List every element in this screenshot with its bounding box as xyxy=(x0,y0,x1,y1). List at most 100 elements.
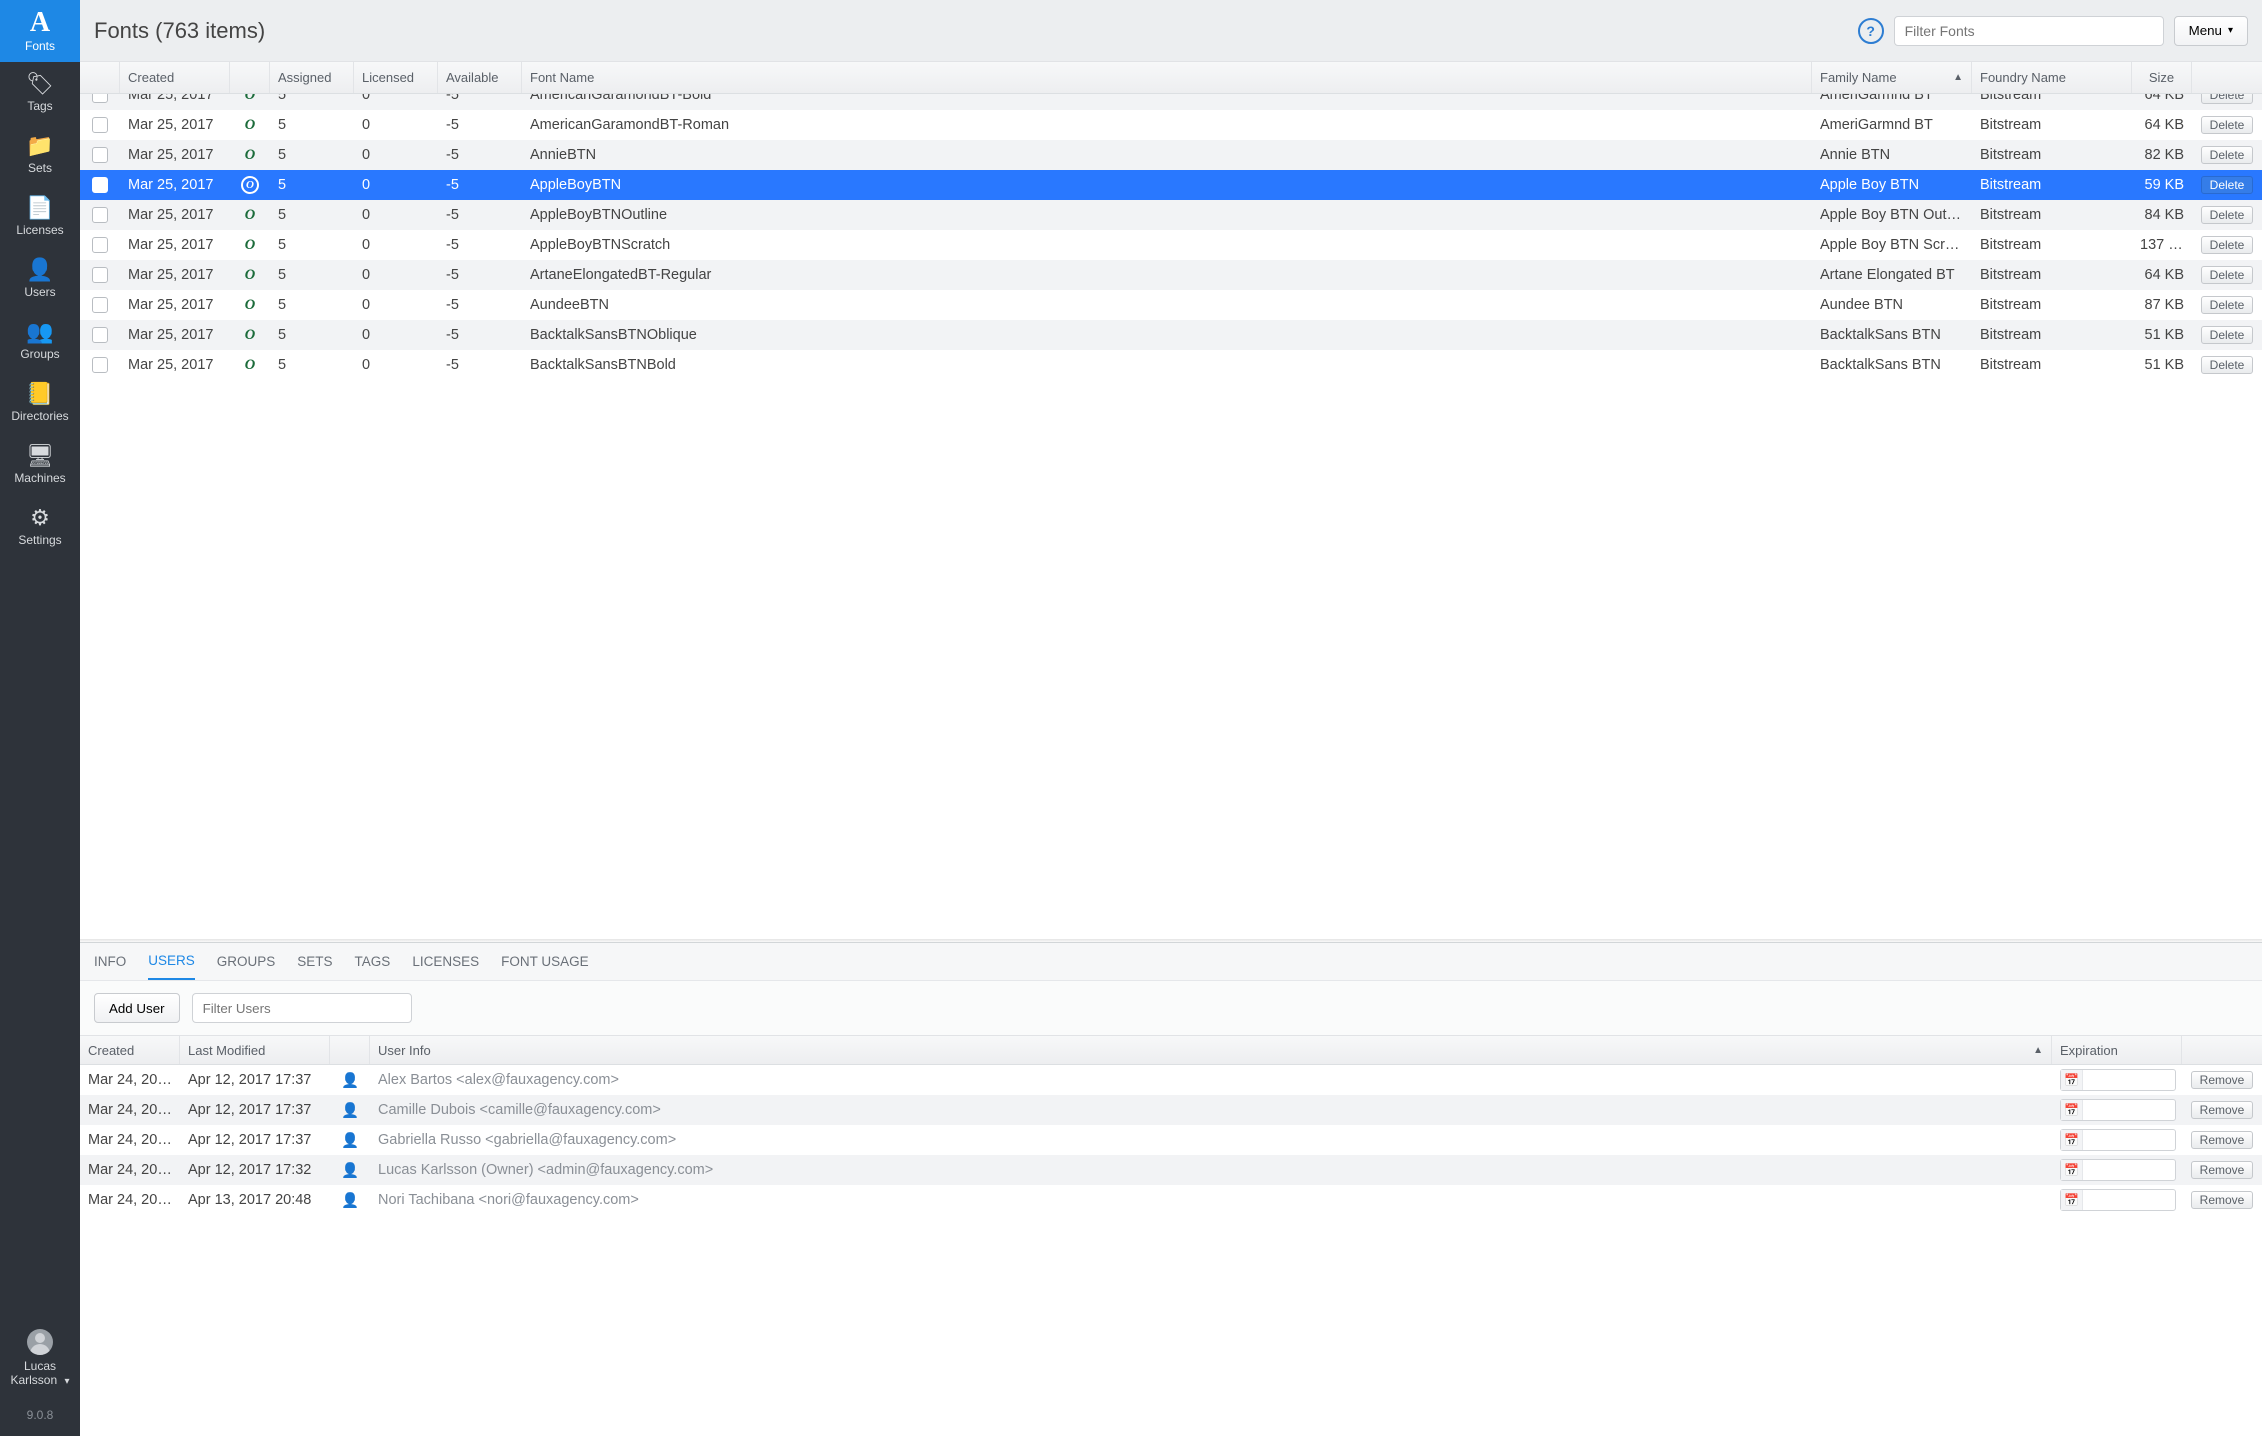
cell-licensed: 0 xyxy=(354,357,438,373)
remove-button[interactable]: Remove xyxy=(2191,1131,2254,1149)
sidebar-tags[interactable]: 🏷Tags xyxy=(0,62,80,124)
ucell-created: Mar 24, 2017 xyxy=(80,1102,180,1118)
col-created[interactable]: Created xyxy=(120,62,230,93)
user-row[interactable]: Mar 24, 2017Apr 12, 2017 17:37👤Camille D… xyxy=(80,1095,2262,1125)
font-row[interactable]: Mar 25, 2017O50-5AmericanGaramondBT-Bold… xyxy=(80,94,2262,110)
ucol-created[interactable]: Created xyxy=(80,1036,180,1064)
tab-font-usage[interactable]: FONT USAGE xyxy=(501,944,589,979)
row-checkbox[interactable] xyxy=(92,147,108,163)
scrollbar[interactable] xyxy=(2252,94,2260,375)
delete-button[interactable]: Delete xyxy=(2201,296,2254,314)
delete-button[interactable]: Delete xyxy=(2201,236,2254,254)
add-user-button[interactable]: Add User xyxy=(94,993,180,1023)
tab-users[interactable]: USERS xyxy=(148,943,195,980)
font-row[interactable]: Mar 25, 2017O50-5AnnieBTNAnnie BTNBitstr… xyxy=(80,140,2262,170)
expiration-input[interactable]: 📅 xyxy=(2060,1069,2176,1091)
tab-tags[interactable]: TAGS xyxy=(355,944,391,979)
sidebar-licenses[interactable]: 📄Licenses xyxy=(0,186,80,248)
col-preview[interactable] xyxy=(230,62,270,93)
expiration-input[interactable]: 📅 xyxy=(2060,1159,2176,1181)
font-row[interactable]: Mar 25, 2017O50-5BacktalkSansBTNBoldBack… xyxy=(80,350,2262,375)
delete-button[interactable]: Delete xyxy=(2201,356,2254,374)
user-row[interactable]: Mar 24, 2017Apr 13, 2017 20:48👤Nori Tach… xyxy=(80,1185,2262,1215)
user-row[interactable]: Mar 24, 2017Apr 12, 2017 17:37👤Gabriella… xyxy=(80,1125,2262,1155)
remove-button[interactable]: Remove xyxy=(2191,1161,2254,1179)
cell-created: Mar 25, 2017 xyxy=(120,357,230,373)
ucol-expiration[interactable]: Expiration xyxy=(2052,1036,2182,1064)
ucol-userinfo[interactable]: User Info▲ xyxy=(370,1036,2052,1064)
font-row[interactable]: Mar 25, 2017O50-5AundeeBTNAundee BTNBits… xyxy=(80,290,2262,320)
delete-button[interactable]: Delete xyxy=(2201,176,2254,194)
row-checkbox[interactable] xyxy=(92,94,108,103)
font-row[interactable]: Mar 25, 2017O50-5AppleBoyBTNApple Boy BT… xyxy=(80,170,2262,200)
ucell-modified: Apr 12, 2017 17:37 xyxy=(180,1102,330,1118)
font-type-icon: O xyxy=(241,296,259,314)
remove-button[interactable]: Remove xyxy=(2191,1191,2254,1209)
ucol-modified[interactable]: Last Modified xyxy=(180,1036,330,1064)
sidebar-tags-icon: 🏷 xyxy=(26,73,54,95)
users-toolbar: Add User xyxy=(80,981,2262,1035)
filter-users-input[interactable] xyxy=(192,993,412,1023)
col-foundry-name[interactable]: Foundry Name xyxy=(1972,62,2132,93)
sidebar-users[interactable]: 👤Users xyxy=(0,248,80,310)
col-font-name[interactable]: Font Name xyxy=(522,62,1812,93)
remove-button[interactable]: Remove xyxy=(2191,1101,2254,1119)
sidebar-machines[interactable]: 🖥Machines xyxy=(0,434,80,496)
sidebar-settings[interactable]: ⚙Settings xyxy=(0,496,80,558)
sidebar: A Fonts 🏷Tags📁Sets📄Licenses👤Users👥Groups… xyxy=(0,0,80,1436)
col-assigned[interactable]: Assigned xyxy=(270,62,354,93)
user-row[interactable]: Mar 24, 2017Apr 12, 2017 17:32👤Lucas Kar… xyxy=(80,1155,2262,1185)
row-checkbox[interactable] xyxy=(92,237,108,253)
fonts-table-body[interactable]: Mar 25, 2017O50-5AmericanGaramondBT-Bold… xyxy=(80,94,2262,375)
expiration-input[interactable]: 📅 xyxy=(2060,1129,2176,1151)
delete-button[interactable]: Delete xyxy=(2201,206,2254,224)
col-size[interactable]: Size xyxy=(2132,62,2192,93)
font-row[interactable]: Mar 25, 2017O50-5AppleBoyBTNOutlineApple… xyxy=(80,200,2262,230)
font-row[interactable]: Mar 25, 2017O50-5AppleBoyBTNScratchApple… xyxy=(80,230,2262,260)
font-row[interactable]: Mar 25, 2017O50-5AmericanGaramondBT-Roma… xyxy=(80,110,2262,140)
cell-foundry: Bitstream xyxy=(1972,267,2132,283)
delete-button[interactable]: Delete xyxy=(2201,266,2254,284)
row-checkbox[interactable] xyxy=(92,117,108,133)
sidebar-directories[interactable]: 📒Directories xyxy=(0,372,80,434)
help-icon[interactable]: ? xyxy=(1858,18,1884,44)
row-checkbox[interactable] xyxy=(92,207,108,223)
tab-licenses[interactable]: LICENSES xyxy=(412,944,479,979)
row-checkbox[interactable] xyxy=(92,267,108,283)
font-row[interactable]: Mar 25, 2017O50-5BacktalkSansBTNObliqueB… xyxy=(80,320,2262,350)
row-checkbox[interactable] xyxy=(92,177,108,193)
font-type-icon: O xyxy=(241,236,259,254)
tab-sets[interactable]: SETS xyxy=(297,944,332,979)
tab-info[interactable]: INFO xyxy=(94,944,126,979)
user-row[interactable]: Mar 24, 2017Apr 12, 2017 17:37👤Alex Bart… xyxy=(80,1065,2262,1095)
col-available[interactable]: Available xyxy=(438,62,522,93)
cell-assigned: 5 xyxy=(270,357,354,373)
col-family-name[interactable]: Family Name▲ xyxy=(1812,62,1972,93)
ucell-userinfo: Lucas Karlsson (Owner) <admin@fauxagency… xyxy=(370,1162,2052,1178)
font-row[interactable]: Mar 25, 2017O50-5ArtaneElongatedBT-Regul… xyxy=(80,260,2262,290)
col-checkbox[interactable] xyxy=(80,62,120,93)
delete-button[interactable]: Delete xyxy=(2201,94,2254,104)
tab-groups[interactable]: GROUPS xyxy=(217,944,276,979)
cell-size: 64 KB xyxy=(2132,94,2192,103)
sort-asc-icon: ▲ xyxy=(2033,1045,2043,1056)
expiration-input[interactable]: 📅 xyxy=(2060,1099,2176,1121)
sidebar-sets[interactable]: 📁Sets xyxy=(0,124,80,186)
row-checkbox[interactable] xyxy=(92,357,108,373)
font-type-icon: O xyxy=(241,116,259,134)
delete-button[interactable]: Delete xyxy=(2201,326,2254,344)
current-user-menu[interactable]: Lucas Karlsson ▾ xyxy=(0,1319,80,1398)
delete-button[interactable]: Delete xyxy=(2201,146,2254,164)
sidebar-licenses-icon: 📄 xyxy=(26,197,53,219)
menu-button[interactable]: Menu ▾ xyxy=(2174,16,2248,46)
cell-foundry: Bitstream xyxy=(1972,297,2132,313)
delete-button[interactable]: Delete xyxy=(2201,116,2254,134)
sidebar-fonts[interactable]: A Fonts xyxy=(0,0,80,62)
filter-fonts-input[interactable] xyxy=(1894,16,2164,46)
row-checkbox[interactable] xyxy=(92,327,108,343)
col-licensed[interactable]: Licensed xyxy=(354,62,438,93)
sidebar-groups[interactable]: 👥Groups xyxy=(0,310,80,372)
row-checkbox[interactable] xyxy=(92,297,108,313)
remove-button[interactable]: Remove xyxy=(2191,1071,2254,1089)
expiration-input[interactable]: 📅 xyxy=(2060,1189,2176,1211)
